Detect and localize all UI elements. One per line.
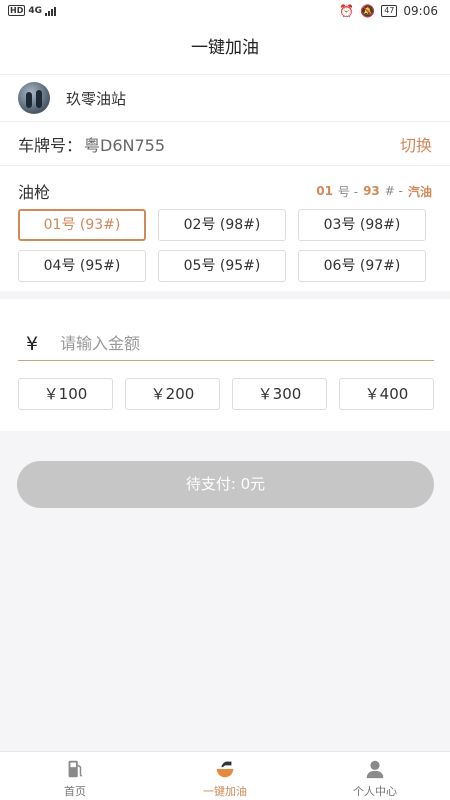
tab-profile[interactable]: 个人中心: [300, 752, 450, 800]
status-right: ⏰ 🔕 47 09:06: [339, 4, 438, 18]
plate-label: 车牌号：: [18, 135, 83, 155]
summary-number-suffix: 号 -: [337, 184, 359, 199]
nozzle-button-03[interactable]: 03号 (98#): [298, 209, 426, 241]
nozzle-button-06[interactable]: 06号 (97#): [298, 250, 426, 282]
nozzle-summary: 01 号 - 93 # - 汽油: [316, 183, 432, 200]
status-time: 09:06: [403, 4, 438, 18]
quick-amount-100-button[interactable]: ￥100: [18, 378, 113, 410]
battery-icon: 47: [381, 5, 398, 17]
quick-amounts: ￥100 ￥200 ￥300 ￥400: [18, 378, 434, 410]
pay-button[interactable]: 待支付: 0元: [17, 461, 434, 508]
bottom-tab-bar: 首页 一键加油 个人中心: [0, 751, 450, 800]
plate-value: 粤D6N755: [84, 135, 166, 155]
status-bar: HD 4G ⏰ 🔕 47 09:06: [0, 0, 450, 24]
tab-home[interactable]: 首页: [0, 752, 150, 800]
quick-amount-400-button[interactable]: ￥400: [339, 378, 434, 410]
amount-input[interactable]: [60, 334, 434, 353]
switch-plate-button[interactable]: 切换: [400, 132, 432, 156]
summary-grade-suffix: # -: [384, 184, 403, 198]
nozzle-button-01[interactable]: 01号 (93#): [18, 209, 146, 241]
nozzle-grid: 01号 (93#) 02号 (98#) 03号 (98#) 04号 (95#) …: [18, 209, 426, 282]
page-header: 一键加油: [0, 24, 450, 74]
amount-section: ¥ ￥100 ￥200 ￥300 ￥400: [0, 299, 450, 431]
nozzle-button-02[interactable]: 02号 (98#): [158, 209, 286, 241]
nozzle-header: 油枪 01 号 - 93 # - 汽油: [18, 179, 432, 203]
amount-input-row: ¥: [18, 327, 434, 361]
nozzle-button-05[interactable]: 05号 (95#): [158, 250, 286, 282]
status-left: HD 4G: [8, 5, 56, 16]
gas-pump-icon: [68, 760, 83, 778]
tab-quick-refuel[interactable]: 一键加油: [150, 752, 300, 800]
currency-symbol: ¥: [26, 332, 39, 355]
station-name: 玖零油站: [66, 89, 127, 108]
summary-nozzle-number: 01: [316, 184, 333, 198]
nozzle-title: 油枪: [18, 183, 51, 202]
quick-amount-200-button[interactable]: ￥200: [125, 378, 220, 410]
tab-profile-label: 个人中心: [353, 785, 397, 798]
tab-quick-refuel-label: 一键加油: [203, 785, 247, 798]
network-type: 4G: [28, 5, 42, 16]
alarm-icon: ⏰: [339, 4, 355, 18]
plate-row: 车牌号： 粤D6N755 切换: [0, 121, 450, 165]
mute-icon: 🔕: [360, 4, 376, 18]
summary-grade: 93: [363, 184, 380, 198]
page-title: 一键加油: [191, 38, 259, 58]
nozzle-button-04[interactable]: 04号 (95#): [18, 250, 146, 282]
hd-badge: HD: [8, 5, 26, 16]
summary-fuel-type: 汽油: [407, 184, 432, 199]
signal-icon: [45, 6, 56, 16]
station-row: 玖零油站: [0, 74, 450, 121]
station-avatar: [18, 82, 50, 114]
nozzle-section: 油枪 01 号 - 93 # - 汽油 01号 (93#) 02号 (98#) …: [0, 165, 450, 291]
tab-home-label: 首页: [64, 785, 86, 798]
person-icon: [366, 760, 384, 779]
quick-amount-300-button[interactable]: ￥300: [232, 378, 327, 410]
fuel-drop-icon: [216, 761, 234, 778]
